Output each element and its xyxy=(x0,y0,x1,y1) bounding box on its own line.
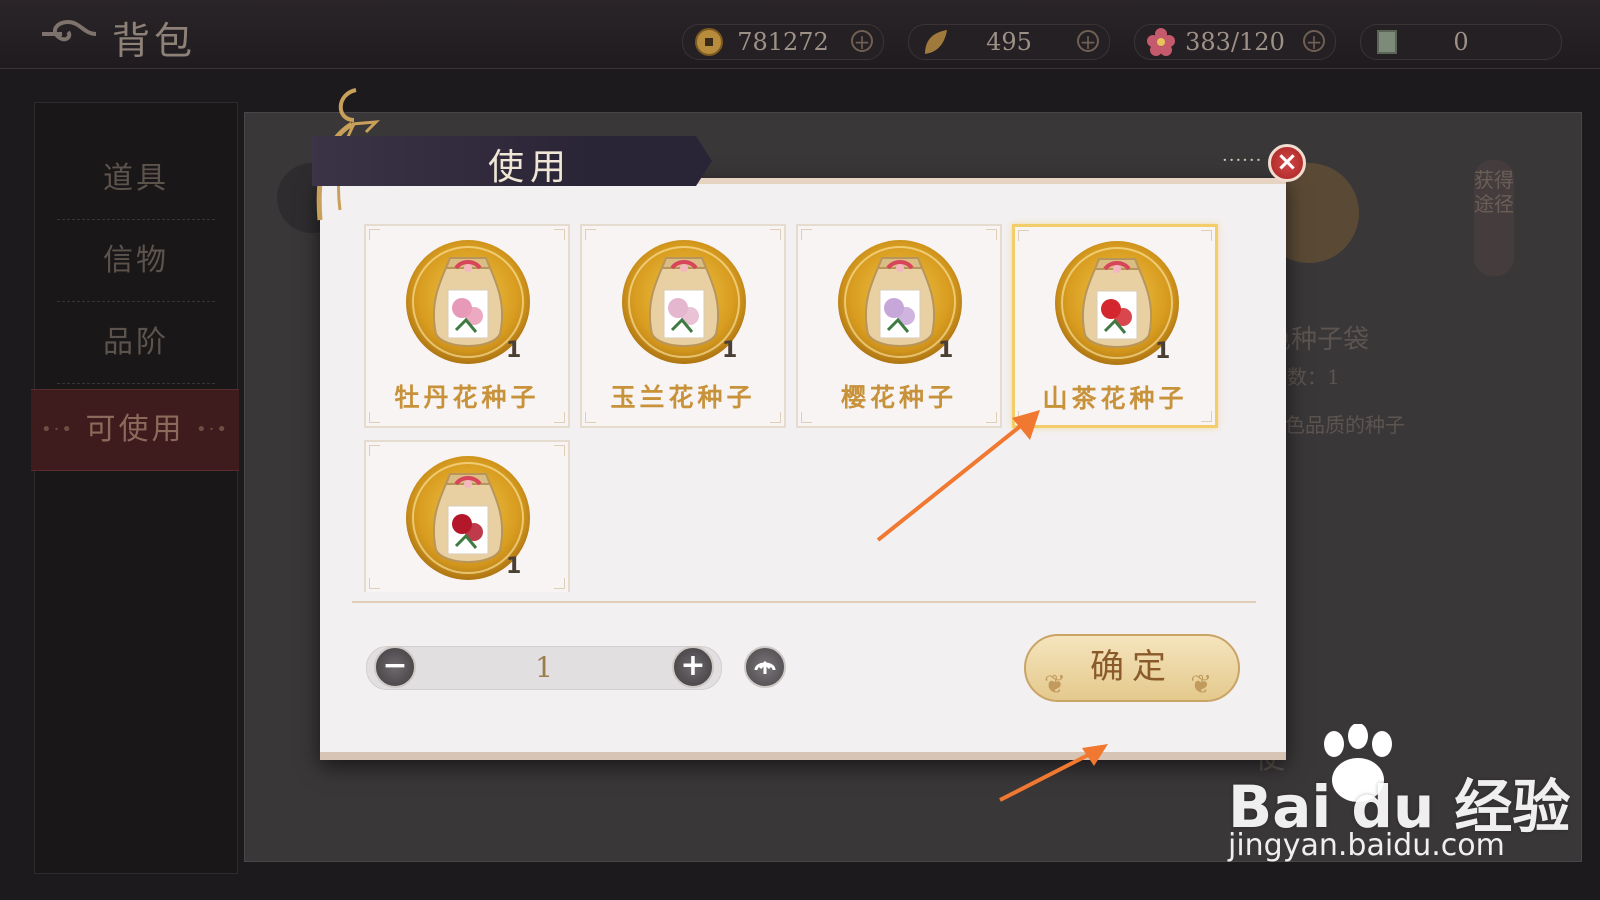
item-count: 1 xyxy=(1155,339,1171,364)
quantity-value: 1 xyxy=(535,651,553,684)
page-title: 背包 xyxy=(112,19,197,63)
nav-item-keepsakes[interactable]: 信物 xyxy=(57,221,215,302)
annotation-arrow-confirm xyxy=(999,744,1108,802)
card-corner xyxy=(801,412,812,423)
item-count: 1 xyxy=(938,338,954,363)
category-sidebar: 道具 信物 品阶 •·• 可使用 •·• xyxy=(31,102,239,874)
seed-bag-icon xyxy=(432,473,504,563)
add-flower-button[interactable]: + xyxy=(1303,30,1325,52)
close-icon[interactable]: × xyxy=(1268,144,1306,182)
card-corner xyxy=(369,445,380,456)
scroll-value: 0 xyxy=(1453,28,1469,56)
back-icon[interactable] xyxy=(36,14,100,54)
seed-item-card[interactable]: 1 山茶花种子 xyxy=(1012,224,1218,428)
watermark-url: jingyan.baidu.com xyxy=(1228,828,1505,863)
nav-item-rank[interactable]: 品阶 xyxy=(57,303,215,384)
quantity-stepper[interactable]: 1 xyxy=(366,646,722,690)
annotation-arrow-item xyxy=(876,410,1040,542)
item-count: 1 xyxy=(722,338,738,363)
add-copper-button[interactable]: + xyxy=(851,30,873,52)
dialog-title: 使用 xyxy=(488,147,573,188)
item-name: 玉兰花种子 xyxy=(610,383,756,412)
scroll-resource: 0 xyxy=(1360,24,1562,60)
close-deco: ······ xyxy=(1222,150,1263,171)
card-corner xyxy=(554,229,565,240)
card-corner xyxy=(770,412,781,423)
card-corner xyxy=(369,412,380,423)
card-corner xyxy=(770,229,781,240)
increase-button[interactable]: + xyxy=(672,646,714,688)
confirm-swirl-right-icon: ❦ xyxy=(1190,670,1220,700)
card-corner xyxy=(369,229,380,240)
decrease-button[interactable]: − xyxy=(374,646,416,688)
bg-item-desc: 橙色品质的种子 xyxy=(1265,413,1405,437)
top-bar: 背包 781272 + 495 + 383/120 + 0 xyxy=(0,0,1600,69)
card-corner xyxy=(1018,230,1029,241)
card-corner xyxy=(986,229,997,240)
item-count: 1 xyxy=(506,338,522,363)
nav-deco-left: •·• xyxy=(41,419,74,440)
seed-item-card[interactable]: 1 牡丹花种子 xyxy=(364,224,570,428)
max-quantity-button[interactable] xyxy=(744,646,786,688)
max-arrow-icon xyxy=(754,660,776,674)
confirm-button[interactable]: ❦ 确定 ❦ xyxy=(1024,634,1240,702)
seed-bag-icon xyxy=(648,257,720,347)
nav-item-props[interactable]: 道具 xyxy=(57,139,215,220)
seed-item-card[interactable]: 1 樱花种子 xyxy=(796,224,1002,428)
flower-resource: 383/120 + xyxy=(1134,24,1336,60)
card-corner xyxy=(585,229,596,240)
nav-item-usable[interactable]: •·• 可使用 •·• xyxy=(31,389,239,471)
seed-item-card[interactable]: 1 玉兰花种子 xyxy=(580,224,786,428)
card-corner xyxy=(554,412,565,423)
item-count: 1 xyxy=(506,554,522,579)
seed-item-card[interactable]: 1 xyxy=(364,440,570,592)
obtain-source-button: 获得途径 xyxy=(1474,160,1514,276)
dialog-divider xyxy=(352,601,1256,603)
card-corner xyxy=(585,412,596,423)
add-leaf-button[interactable]: + xyxy=(1077,30,1099,52)
card-corner xyxy=(554,445,565,456)
card-corner xyxy=(369,578,380,589)
leaf-resource: 495 + xyxy=(908,24,1110,60)
card-corner xyxy=(801,229,812,240)
seed-bag-icon xyxy=(432,257,504,347)
confirm-label: 确定 xyxy=(1090,647,1174,687)
nav-item-usable-label: 可使用 xyxy=(85,412,185,447)
seed-bag-icon xyxy=(1081,258,1153,348)
nav-deco-right: •·• xyxy=(196,419,229,440)
item-name: 牡丹花种子 xyxy=(394,383,540,412)
seed-bag-icon xyxy=(864,257,936,347)
card-corner xyxy=(1201,411,1212,422)
copper-resource: 781272 + xyxy=(682,24,884,60)
card-corner xyxy=(554,578,565,589)
confirm-swirl-left-icon: ❦ xyxy=(1044,670,1074,700)
card-corner xyxy=(1201,230,1212,241)
